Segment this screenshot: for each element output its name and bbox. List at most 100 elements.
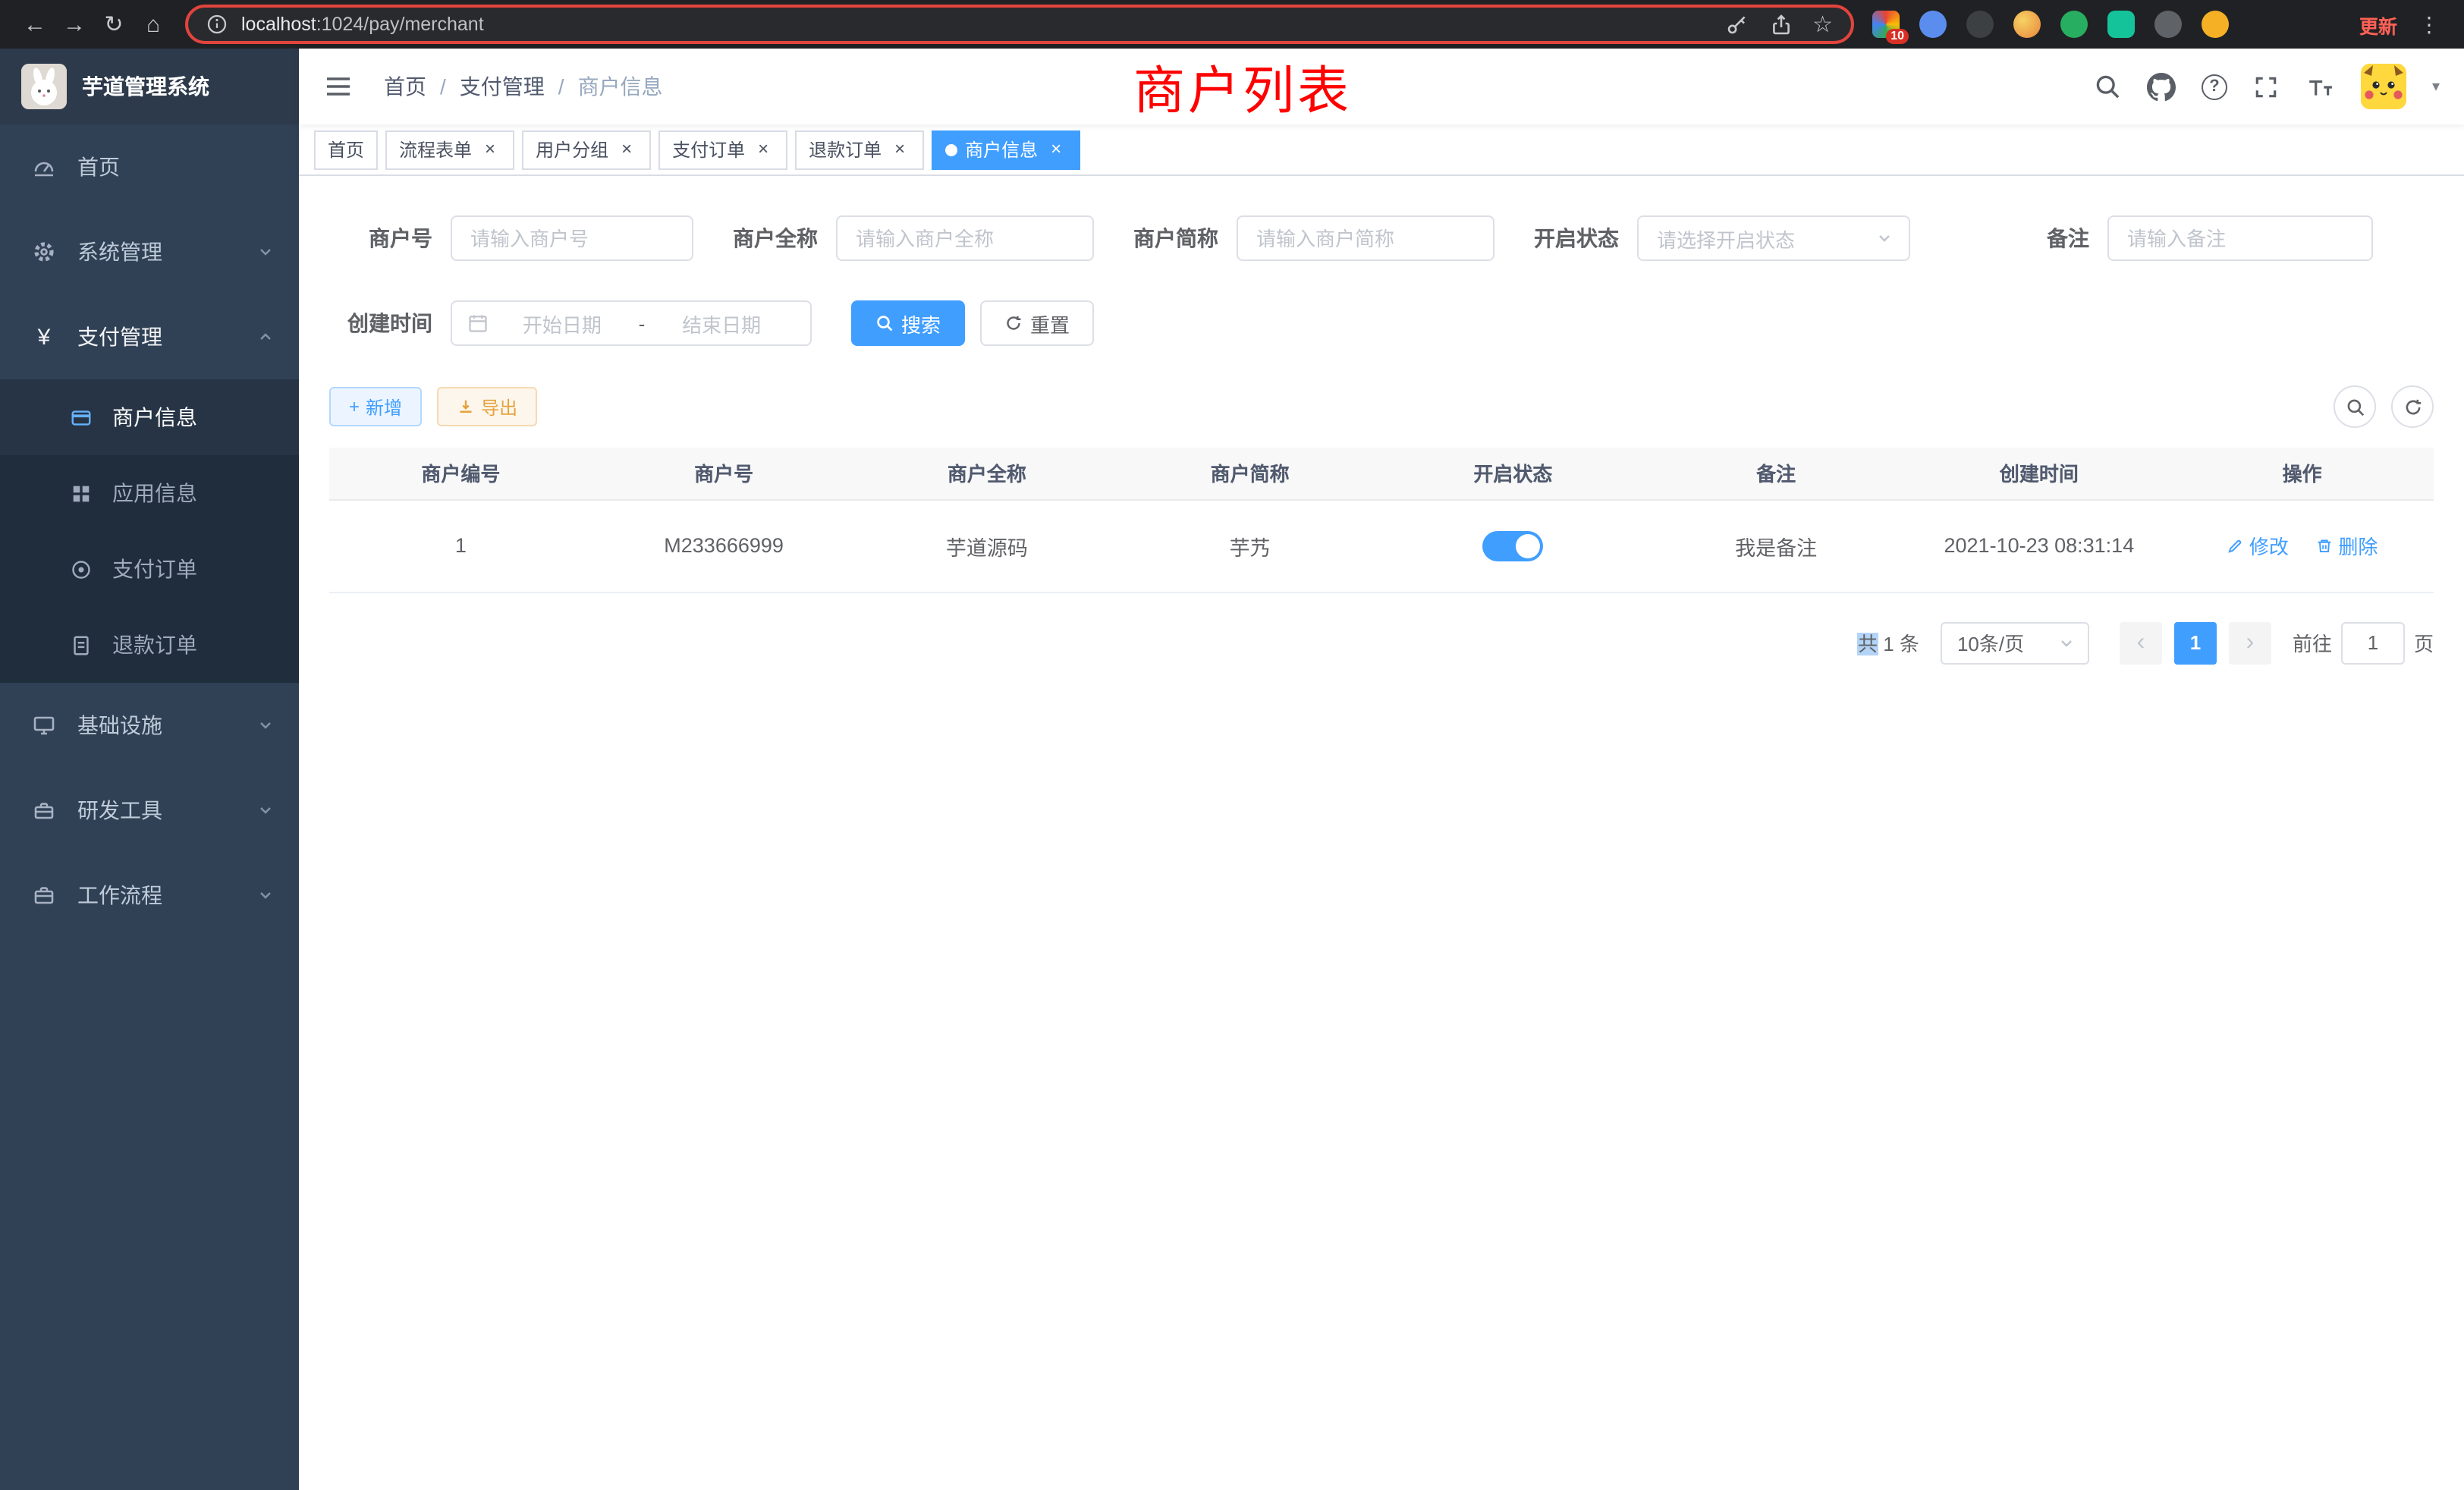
bookmark-star-icon[interactable]: ☆ (1812, 11, 1833, 38)
tab-refund-orders[interactable]: 退款订单× (795, 130, 924, 169)
merchant-no-input[interactable] (451, 215, 693, 261)
filter-status: 开启状态 请选择开启状态 (1534, 215, 1910, 261)
status-toggle[interactable] (1482, 530, 1543, 561)
share-icon[interactable] (1768, 12, 1793, 36)
short-name-input[interactable] (1237, 215, 1494, 261)
user-avatar[interactable] (2361, 64, 2406, 109)
url-host: localhost (241, 14, 316, 35)
address-bar[interactable]: localhost:1024/pay/merchant ☆ (185, 5, 1854, 44)
page-content: 商户号 商户全称 商户简称 开启状态 请选择开启状态 (299, 176, 2464, 1490)
export-button[interactable]: 导出 (437, 387, 537, 426)
tab-merchant-info[interactable]: 商户信息× (932, 130, 1080, 169)
app-logo[interactable]: 芋道管理系统 (0, 49, 299, 124)
tab-home[interactable]: 首页 (314, 130, 378, 169)
toggle-search-button[interactable] (2334, 385, 2376, 428)
full-name-input[interactable] (836, 215, 1094, 261)
column-header: 商户编号 (329, 448, 592, 499)
font-size-icon[interactable] (2305, 74, 2335, 99)
sidebar-item-dev-tools[interactable]: 研发工具 (0, 768, 299, 853)
browser-update-button[interactable]: 更新 (2347, 10, 2409, 39)
sidebar-item-app-info[interactable]: 应用信息 (0, 455, 299, 531)
caret-down-icon[interactable]: ▾ (2432, 78, 2440, 95)
page-size-select[interactable]: 10条/页 (1941, 621, 2089, 664)
refresh-table-button[interactable] (2391, 385, 2434, 428)
filter-short-name: 商户简称 (1133, 215, 1494, 261)
delete-link[interactable]: 删除 (2315, 531, 2378, 560)
sidebar-item-refund-orders[interactable]: 退款订单 (0, 607, 299, 683)
close-icon[interactable]: × (616, 139, 637, 160)
tab-payment-orders[interactable]: 支付订单× (658, 130, 787, 169)
browser-back-icon[interactable]: ← (15, 5, 55, 44)
reset-button-label: 重置 (1030, 309, 1070, 338)
browser-menu-icon[interactable]: ⋮ (2409, 5, 2449, 44)
extension-icon[interactable] (1919, 11, 1947, 38)
navbar-actions: ? ▾ (2094, 64, 2440, 109)
sidebar-toggle-icon[interactable] (323, 71, 357, 102)
tab-process-form[interactable]: 流程表单× (385, 130, 514, 169)
app-title: 芋道管理系统 (82, 71, 209, 102)
cell-merchant-id: 1 (329, 499, 592, 592)
remark-input[interactable] (2107, 215, 2373, 261)
sidebar-item-workflow[interactable]: 工作流程 (0, 853, 299, 938)
extension-icon[interactable] (2060, 11, 2088, 38)
chevron-down-icon (2057, 633, 2076, 652)
total-count: 共 1 条 (1858, 628, 1919, 657)
prev-page-button[interactable]: ‹ (2120, 621, 2162, 664)
edit-link[interactable]: 修改 (2227, 531, 2289, 560)
cell-remark: 我是备注 (1645, 499, 1908, 592)
tab-user-group[interactable]: 用户分组× (522, 130, 651, 169)
sidebar-item-label: 商户信息 (112, 402, 197, 432)
extension-icon[interactable] (2013, 11, 2041, 38)
profile-avatar-icon[interactable] (2202, 11, 2229, 38)
site-info-icon[interactable] (206, 14, 228, 35)
extension-icon[interactable]: 10 (1872, 11, 1900, 38)
browser-home-icon[interactable]: ⌂ (134, 5, 173, 44)
close-icon[interactable]: × (1045, 139, 1067, 160)
extension-icon[interactable] (2107, 11, 2135, 38)
add-button-label: 新增 (366, 394, 402, 420)
browser-reload-icon[interactable]: ↻ (94, 5, 134, 44)
table-header-row: 商户编号 商户号 商户全称 商户简称 开启状态 备注 创建时间 操作 (329, 448, 2434, 499)
sidebar-item-label: 退款订单 (112, 630, 197, 660)
column-header: 开启状态 (1381, 448, 1645, 499)
breadcrumb-payment[interactable]: 支付管理 (460, 71, 545, 102)
sidebar-item-payment-orders[interactable]: 支付订单 (0, 531, 299, 607)
sidebar-item-infrastructure[interactable]: 基础设施 (0, 683, 299, 768)
close-icon[interactable]: × (753, 139, 774, 160)
add-button[interactable]: + 新增 (329, 387, 422, 426)
extension-icon[interactable] (1966, 11, 1994, 38)
total-rest: 1 条 (1883, 633, 1919, 655)
sidebar-item-label: 首页 (77, 152, 120, 182)
chevron-up-icon (256, 328, 275, 346)
date-range-picker[interactable]: 开始日期 - 结束日期 (451, 300, 812, 346)
page-size-value: 10条/页 (1957, 628, 2057, 657)
goto-page-input[interactable] (2341, 621, 2405, 664)
help-icon[interactable]: ? (2202, 74, 2227, 99)
close-icon[interactable]: × (889, 139, 910, 160)
page-number-button[interactable]: 1 (2174, 621, 2217, 664)
close-icon[interactable]: × (479, 139, 501, 160)
extension-badge: 10 (1886, 29, 1909, 44)
reset-button[interactable]: 重置 (980, 300, 1094, 346)
github-icon[interactable] (2147, 72, 2176, 101)
payment-submenu: 商户信息 应用信息 支付订单 (0, 379, 299, 683)
screen: ← → ↻ ⌂ localhost:1024/pay/merchant ☆ 10 (0, 0, 2464, 1490)
extension-icon[interactable] (2154, 11, 2182, 38)
sidebar-item-payment[interactable]: ¥ 支付管理 (0, 294, 299, 379)
download-icon (457, 398, 475, 416)
credit-card-icon (67, 406, 94, 429)
search-icon[interactable] (2094, 73, 2121, 100)
sidebar-item-merchant-info[interactable]: 商户信息 (0, 379, 299, 455)
field-label: 商户全称 (733, 223, 818, 253)
password-key-icon[interactable] (1724, 12, 1749, 36)
next-page-button[interactable]: › (2229, 621, 2271, 664)
search-button[interactable]: 搜索 (851, 300, 965, 346)
chevron-down-icon (256, 716, 275, 734)
browser-forward-icon[interactable]: → (55, 5, 94, 44)
status-select[interactable]: 请选择开启状态 (1637, 215, 1910, 261)
table-toolbar: + 新增 导出 (329, 385, 2434, 428)
fullscreen-icon[interactable] (2253, 74, 2279, 99)
breadcrumb-home[interactable]: 首页 (384, 71, 426, 102)
sidebar-item-home[interactable]: 首页 (0, 124, 299, 209)
sidebar-item-system[interactable]: 系统管理 (0, 209, 299, 294)
